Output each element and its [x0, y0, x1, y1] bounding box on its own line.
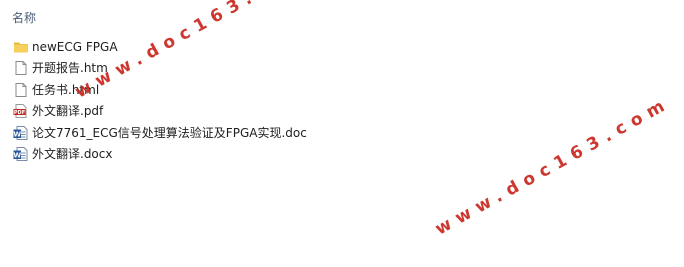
svg-text:W: W — [13, 152, 21, 160]
svg-text:PDF: PDF — [14, 110, 25, 116]
file-name: 任务书.html — [32, 82, 100, 97]
file-name: 外文翻译.pdf — [32, 104, 104, 119]
folder-icon — [13, 39, 29, 55]
name-column-header[interactable]: 名称 — [12, 9, 36, 26]
word-doc-icon: W — [13, 146, 29, 162]
html-file-icon — [13, 82, 29, 98]
file-name: 开题报告.htm — [32, 61, 108, 76]
file-row-newecg-fpga[interactable]: newECG FPGA — [0, 36, 684, 58]
file-name: 外文翻译.docx — [32, 147, 113, 162]
word-doc-icon: W — [13, 125, 29, 141]
html-file-icon — [13, 60, 29, 76]
file-name: 论文7761_ECG信号处理算法验证及FPGA实现.doc — [32, 125, 307, 140]
file-list: newECG FPGA 开题报告.htm 任务书.html PDF 外文翻译.p… — [0, 36, 684, 165]
file-explorer-view: 名称 newECG FPGA 开题报告.htm 任务书.html PDF 外文翻… — [0, 0, 684, 267]
column-header-bar: 名称 — [0, 0, 684, 32]
file-row-lunwen-doc[interactable]: W 论文7761_ECG信号处理算法验证及FPGA实现.doc — [0, 122, 684, 144]
file-row-kaiti-baogao[interactable]: 开题报告.htm — [0, 58, 684, 80]
file-name: newECG FPGA — [32, 39, 118, 54]
file-row-renwushu[interactable]: 任务书.html — [0, 79, 684, 101]
file-row-waiwen-docx[interactable]: W 外文翻译.docx — [0, 144, 684, 166]
file-row-waiwen-pdf[interactable]: PDF 外文翻译.pdf — [0, 101, 684, 123]
svg-text:W: W — [13, 130, 21, 138]
pdf-icon: PDF — [13, 103, 29, 119]
